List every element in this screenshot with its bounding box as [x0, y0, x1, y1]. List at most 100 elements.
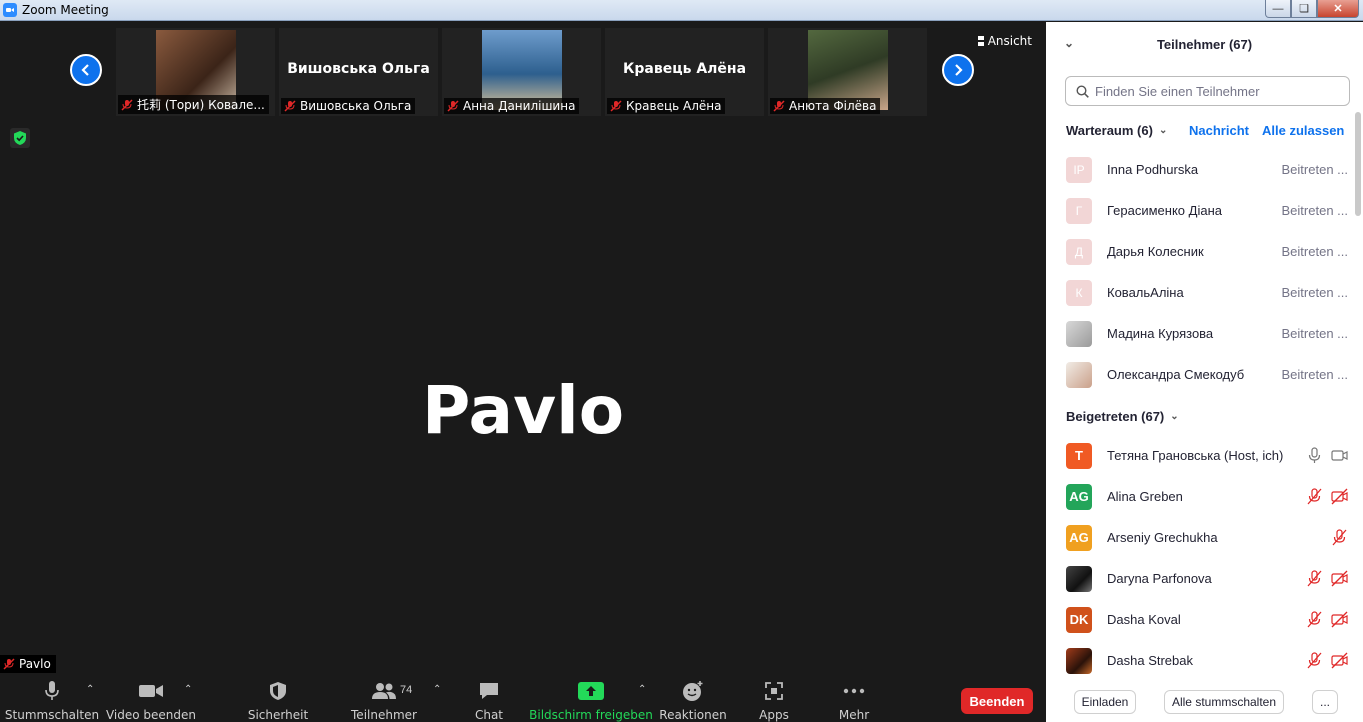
microphone-icon[interactable]: [1306, 447, 1323, 464]
joined-header[interactable]: Beigetreten (67) ⌄: [1066, 406, 1179, 426]
waiting-row[interactable]: IP Inna Podhurska Beitreten ...: [1066, 149, 1348, 190]
mic-muted-icon[interactable]: [1306, 488, 1323, 505]
waiting-row[interactable]: Олександра Смекодуб Beitreten ...: [1066, 354, 1348, 395]
waiting-name: Мадина Курязова: [1107, 326, 1214, 341]
maximize-button[interactable]: ❏: [1291, 0, 1317, 18]
avatar: AG: [1066, 483, 1092, 510]
more-dots-icon: [843, 688, 865, 694]
avatar: Г: [1066, 197, 1092, 224]
admit-action[interactable]: Beitreten ...: [1282, 162, 1348, 177]
strip-next-button[interactable]: [942, 54, 974, 86]
share-screen-icon: [578, 682, 604, 700]
mic-muted-icon[interactable]: [1306, 570, 1323, 587]
reaction-smiley-icon: [683, 681, 703, 701]
panel-more-button[interactable]: ...: [1312, 690, 1338, 714]
mic-muted-icon: [284, 100, 296, 112]
audio-options-caret[interactable]: ⌃: [86, 684, 94, 695]
strip-prev-button[interactable]: [70, 54, 102, 86]
zoom-app-icon: [3, 3, 17, 17]
waiting-row[interactable]: Г Герасименко Діана Beitreten ...: [1066, 190, 1348, 231]
admit-action[interactable]: Beitreten ...: [1282, 285, 1348, 300]
participants-panel: ⌄ Teilnehmer (67) Warteraum (6) ⌄ Nachri…: [1046, 22, 1363, 722]
chat-button[interactable]: Chat: [466, 676, 512, 722]
waiting-row[interactable]: Мадина Курязова Beitreten ...: [1066, 313, 1348, 354]
mic-muted-icon[interactable]: [1306, 611, 1323, 628]
participant-name: Dasha Strebak: [1107, 653, 1193, 668]
end-meeting-button[interactable]: Beenden: [961, 688, 1033, 714]
participant-search[interactable]: [1065, 76, 1350, 106]
participant-row[interactable]: AG Alina Greben: [1066, 476, 1348, 517]
panel-header: ⌄ Teilnehmer (67): [1046, 22, 1363, 66]
security-button[interactable]: Sicherheit: [248, 676, 308, 722]
search-icon: [1076, 84, 1089, 98]
video-off-icon[interactable]: [1331, 611, 1348, 628]
video-tile[interactable]: Вишовська Ольга Вишовська Ольга: [279, 28, 438, 116]
waiting-room-title: Warteraum (6): [1066, 122, 1153, 138]
participants-button[interactable]: Teilnehmer: [350, 676, 418, 722]
share-screen-button[interactable]: Bildschirm freigeben: [529, 676, 653, 722]
video-button[interactable]: Video beenden: [105, 676, 197, 722]
apps-button[interactable]: Apps: [752, 676, 796, 722]
waiting-name: Inna Podhurska: [1107, 162, 1199, 177]
video-label: Video beenden: [105, 708, 197, 722]
video-off-icon[interactable]: [1331, 488, 1348, 505]
waiting-room-header[interactable]: Warteraum (6) ⌄: [1066, 120, 1167, 140]
tile-name: Вишовська Ольга: [300, 99, 412, 113]
mic-muted-icon[interactable]: [1306, 652, 1323, 669]
video-camera-icon: [139, 685, 163, 697]
participant-row[interactable]: AG Arseniy Grechukha: [1066, 517, 1348, 558]
participants-icon: [372, 683, 396, 699]
video-tile[interactable]: Анна Данилішина: [442, 28, 601, 116]
waiting-name: Дарья Колесник: [1107, 244, 1204, 259]
collapse-chevron-icon[interactable]: ⌄: [1064, 36, 1074, 50]
admit-all-link[interactable]: Alle zulassen: [1262, 123, 1344, 138]
participant-row[interactable]: Daryna Parfonova: [1066, 558, 1348, 599]
tile-name: Анна Данилішина: [463, 99, 576, 113]
meeting-toolbar: Stummschalten ⌃ Video beenden ⌃ Sicherhe…: [0, 676, 1046, 722]
reactions-button[interactable]: Reaktionen: [659, 676, 727, 722]
view-button[interactable]: Ansicht: [977, 34, 1032, 48]
mic-muted-icon: [3, 658, 15, 670]
mic-muted-icon[interactable]: [1331, 529, 1348, 546]
mute-all-button[interactable]: Alle stummschalten: [1164, 690, 1284, 714]
video-off-icon[interactable]: [1331, 570, 1348, 587]
video-options-caret[interactable]: ⌃: [184, 684, 192, 695]
more-button[interactable]: Mehr: [832, 676, 876, 722]
video-camera-icon[interactable]: [1331, 447, 1348, 464]
more-label: Mehr: [838, 708, 870, 722]
participant-row[interactable]: DK Dasha Koval: [1066, 599, 1348, 640]
tile-label: Анюта Філёва: [770, 98, 881, 114]
video-tile[interactable]: Кравець Алёна Кравець Алёна: [605, 28, 764, 116]
share-options-caret[interactable]: ⌃: [638, 684, 646, 695]
avatar: [1066, 565, 1092, 592]
participant-name: Daryna Parfonova: [1107, 571, 1212, 586]
mute-button[interactable]: Stummschalten: [5, 676, 99, 722]
video-off-icon[interactable]: [1331, 652, 1348, 669]
panel-scrollbar[interactable]: [1355, 112, 1361, 216]
admit-action[interactable]: Beitreten ...: [1282, 367, 1348, 382]
search-input[interactable]: [1095, 83, 1335, 99]
avatar: DK: [1066, 606, 1092, 633]
admit-action[interactable]: Beitreten ...: [1282, 326, 1348, 341]
microphone-icon: [45, 681, 59, 700]
participant-row[interactable]: T Тетяна Грановська (Host, ich): [1066, 435, 1348, 476]
invite-button[interactable]: Einladen: [1074, 690, 1136, 714]
waiting-name: КовальАліна: [1107, 285, 1184, 300]
participant-row[interactable]: Dasha Strebak: [1066, 640, 1348, 681]
participants-options-caret[interactable]: ⌃: [433, 684, 441, 695]
waiting-row[interactable]: К КовальАліна Beitreten ...: [1066, 272, 1348, 313]
window-titlebar: Zoom Meeting — ❏ ✕: [0, 0, 1363, 21]
video-tile[interactable]: 托莉 (Тори) Ковале...: [116, 28, 275, 116]
panel-title: Teilnehmer (67): [1156, 36, 1253, 52]
encryption-shield-icon[interactable]: [10, 128, 30, 148]
message-link[interactable]: Nachricht: [1189, 123, 1249, 138]
close-button[interactable]: ✕: [1317, 0, 1359, 18]
admit-action[interactable]: Beitreten ...: [1282, 244, 1348, 259]
waiting-row[interactable]: Д Дарья Колесник Beitreten ...: [1066, 231, 1348, 272]
mic-muted-icon: [447, 100, 459, 112]
minimize-button[interactable]: —: [1265, 0, 1291, 18]
admit-action[interactable]: Beitreten ...: [1282, 203, 1348, 218]
apps-label: Apps: [759, 708, 789, 722]
video-tile[interactable]: Анюта Філёва: [768, 28, 927, 116]
tile-big-name: Кравець Алёна: [622, 61, 747, 77]
